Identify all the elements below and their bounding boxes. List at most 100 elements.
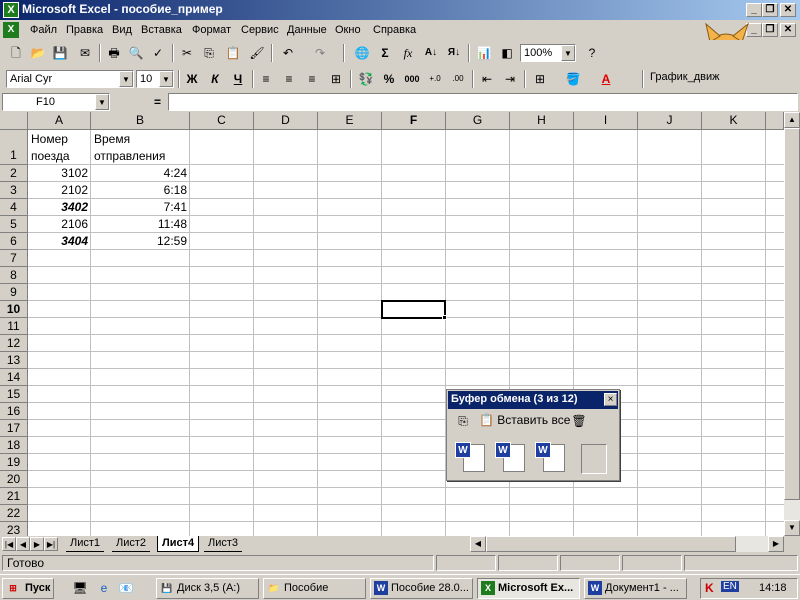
cell-b5[interactable]: 11:48: [91, 217, 187, 231]
spelling-icon[interactable]: ✓: [148, 43, 168, 63]
menu-insert[interactable]: Вставка: [141, 24, 182, 36]
sheet-tab-2[interactable]: Лист2: [112, 536, 151, 552]
drawing-icon[interactable]: ◧: [497, 43, 517, 63]
fill-handle[interactable]: [442, 315, 447, 320]
fill-color-icon[interactable]: 🪣: [563, 69, 583, 89]
minimize-button[interactable]: _: [746, 3, 762, 17]
antivirus-icon[interactable]: K: [705, 581, 714, 595]
menu-edit[interactable]: Правка: [66, 24, 103, 36]
increase-indent-icon[interactable]: ⇥: [500, 69, 520, 89]
equals-sign[interactable]: =: [154, 95, 161, 109]
row-header-21[interactable]: 21: [0, 488, 28, 505]
task-excel-active[interactable]: X Microsoft Ex...: [477, 578, 580, 599]
row-header-8[interactable]: 8: [0, 267, 28, 284]
chevron-down-icon[interactable]: ▼: [561, 45, 575, 61]
row-header-13[interactable]: 13: [0, 352, 28, 369]
align-center-icon[interactable]: ≡: [279, 69, 299, 89]
cell-a1-line1[interactable]: Номер: [31, 132, 68, 146]
cell-b1-line1[interactable]: Время: [94, 132, 130, 146]
bold-button[interactable]: Ж: [182, 69, 202, 89]
row-header-17[interactable]: 17: [0, 420, 28, 437]
row-header-15[interactable]: 15: [0, 386, 28, 403]
decrease-indent-icon[interactable]: ⇤: [477, 69, 497, 89]
row-header-4[interactable]: 4: [0, 199, 28, 216]
menu-file[interactable]: Файл: [30, 24, 57, 36]
row-header-16[interactable]: 16: [0, 403, 28, 420]
copy-icon[interactable]: ⎘: [199, 43, 219, 63]
function-icon[interactable]: fx: [398, 43, 418, 63]
font-size-select[interactable]: 10 ▼: [136, 70, 174, 88]
active-cell-selection[interactable]: [381, 300, 446, 319]
close-button[interactable]: ✕: [780, 3, 796, 17]
menu-window[interactable]: Окно: [335, 24, 361, 36]
maximize-button[interactable]: ❐: [762, 3, 778, 17]
open-icon[interactable]: 📂: [28, 43, 48, 63]
chevron-down-icon[interactable]: ▼: [95, 94, 109, 110]
thousands-button[interactable]: 000: [402, 69, 422, 89]
column-header-i[interactable]: I: [574, 112, 638, 130]
row-header-6[interactable]: 6: [0, 233, 28, 250]
autosum-icon[interactable]: Σ: [375, 43, 395, 63]
paste-icon[interactable]: 📋: [223, 43, 243, 63]
row-header-9[interactable]: 9: [0, 284, 28, 301]
column-header-f[interactable]: F: [382, 112, 446, 130]
prev-sheet-icon[interactable]: ◀: [16, 537, 30, 551]
column-header-c[interactable]: C: [190, 112, 254, 130]
row-header-10[interactable]: 10: [0, 301, 28, 318]
cell-a3[interactable]: 2102: [28, 183, 88, 197]
clip-item-word-3[interactable]: W: [535, 442, 565, 474]
help-icon[interactable]: ?: [582, 43, 602, 63]
row-header-18[interactable]: 18: [0, 437, 28, 454]
cell-b6[interactable]: 12:59: [91, 234, 187, 248]
first-sheet-icon[interactable]: |◀: [2, 537, 16, 551]
task-folder[interactable]: 📁 Пособие: [263, 578, 366, 599]
column-header-d[interactable]: D: [254, 112, 318, 130]
cut-icon[interactable]: ✂: [177, 43, 197, 63]
format-painter-icon[interactable]: 🖌: [247, 43, 267, 63]
column-header-h[interactable]: H: [510, 112, 574, 130]
undo-icon[interactable]: ↶: [278, 43, 298, 63]
column-header-a[interactable]: A: [28, 112, 91, 130]
cell-a4[interactable]: 3402: [28, 200, 88, 214]
new-icon[interactable]: 🗋: [6, 43, 26, 63]
row-header-7[interactable]: 7: [0, 250, 28, 267]
menu-tools[interactable]: Сервис: [241, 24, 279, 36]
sheet-tab-3[interactable]: Лист3: [204, 536, 243, 552]
horizontal-scrollbar[interactable]: ◀ ▶: [470, 536, 784, 552]
copy-icon[interactable]: ⎘: [453, 411, 473, 431]
increase-decimal-icon[interactable]: +.0: [425, 69, 445, 89]
select-all-corner[interactable]: [0, 112, 28, 130]
vertical-scrollbar[interactable]: ▲ ▼: [784, 112, 800, 536]
column-header-k[interactable]: K: [702, 112, 766, 130]
cell-b2[interactable]: 4:24: [91, 166, 187, 180]
doc-close-button[interactable]: ✕: [780, 23, 796, 37]
column-header-g[interactable]: G: [446, 112, 510, 130]
scroll-left-icon[interactable]: ◀: [470, 536, 486, 552]
merge-center-icon[interactable]: ⊞: [326, 69, 346, 89]
clip-item-word-1[interactable]: W: [455, 442, 485, 474]
hscroll-thumb[interactable]: [486, 536, 736, 552]
cell-b4[interactable]: 7:41: [91, 200, 187, 214]
column-header-b[interactable]: B: [91, 112, 190, 130]
align-left-icon[interactable]: ≡: [256, 69, 276, 89]
zoom-select[interactable]: 100% ▼: [520, 44, 576, 62]
column-header-j[interactable]: J: [638, 112, 702, 130]
decrease-decimal-icon[interactable]: .00: [448, 69, 468, 89]
row-header-5[interactable]: 5: [0, 216, 28, 233]
internet-explorer-icon[interactable]: e: [94, 578, 114, 598]
cell-b3[interactable]: 6:18: [91, 183, 187, 197]
last-sheet-icon[interactable]: ▶|: [44, 537, 58, 551]
task-word-doc1[interactable]: W Документ1 - ...: [584, 578, 687, 599]
row-header-14[interactable]: 14: [0, 369, 28, 386]
menu-help[interactable]: Справка: [373, 24, 416, 36]
task-word-doc[interactable]: W Пособие 28.0...: [370, 578, 473, 599]
chart-wizard-icon[interactable]: 📊: [474, 43, 494, 63]
save-icon[interactable]: 💾: [50, 43, 70, 63]
name-box[interactable]: F10 ▼: [2, 93, 110, 111]
menu-data[interactable]: Данные: [287, 24, 327, 36]
start-button[interactable]: ⊞ Пуск: [2, 578, 54, 599]
scroll-up-icon[interactable]: ▲: [784, 112, 800, 128]
formula-input[interactable]: [168, 93, 798, 111]
scroll-down-icon[interactable]: ▼: [784, 520, 800, 536]
clip-item-word-2[interactable]: W: [495, 442, 525, 474]
